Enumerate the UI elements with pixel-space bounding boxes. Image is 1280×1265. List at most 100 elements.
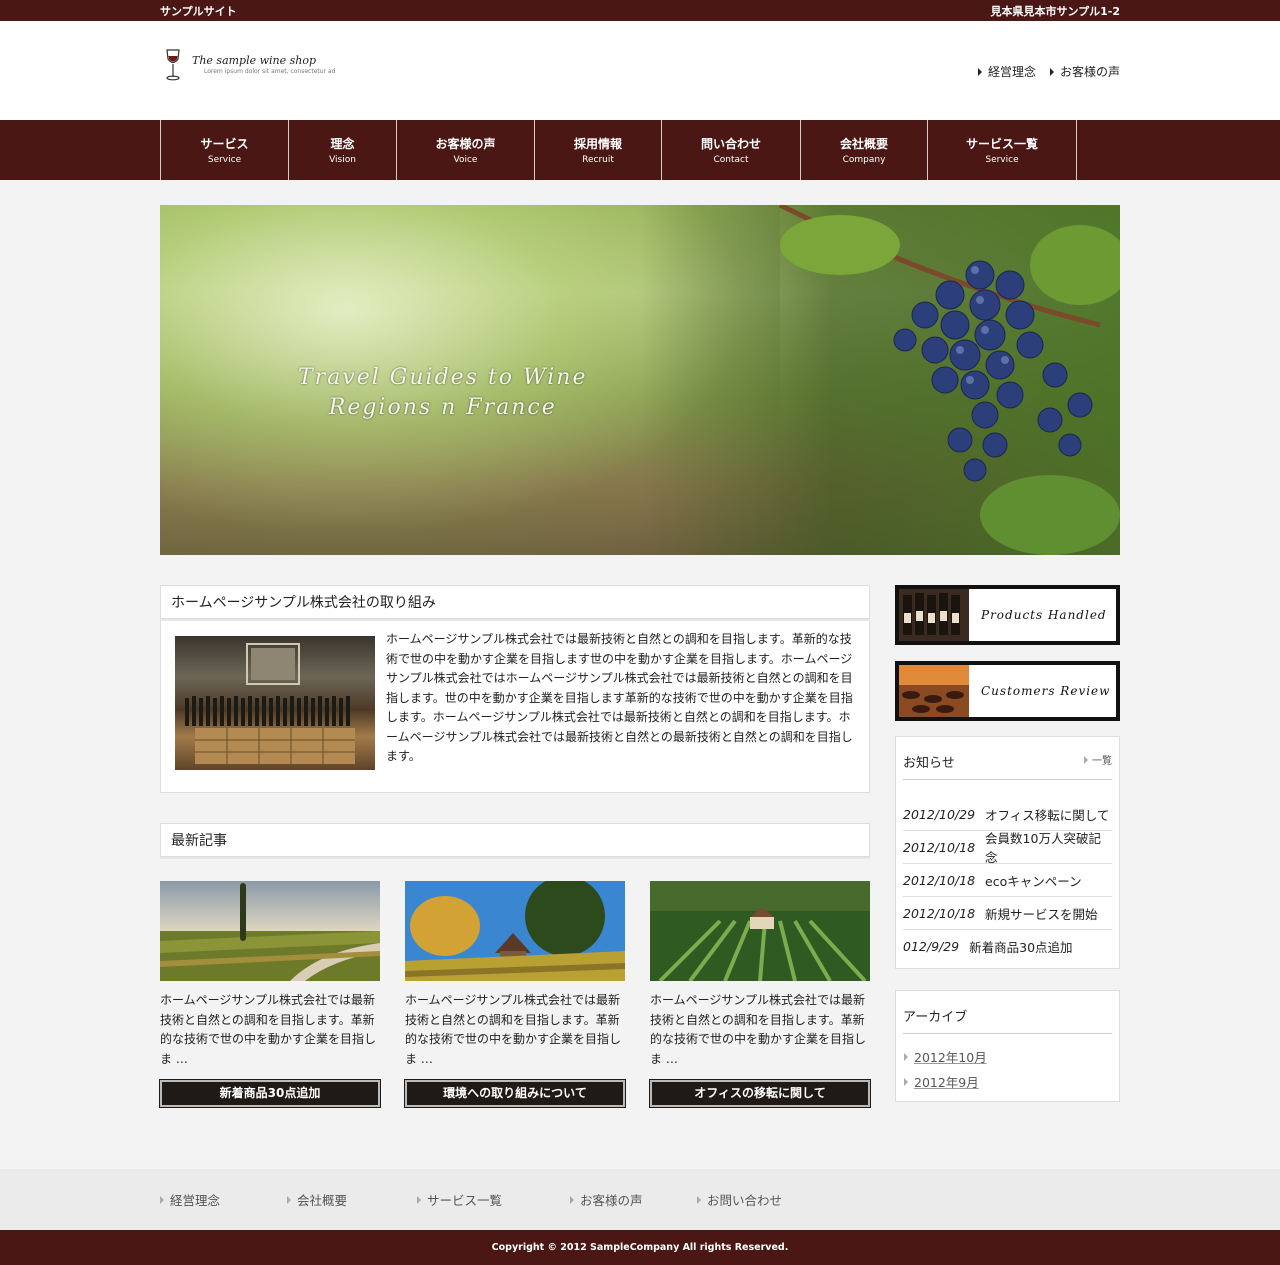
- logo[interactable]: The sample wine shop Lorem ipsum dolor s…: [160, 47, 335, 83]
- nav-item-voice[interactable]: お客様の声 Voice: [396, 120, 534, 180]
- article-card: ホームページサンプル株式会社では最新技術と自然との調和を目指します。革新的な技術…: [404, 876, 626, 1108]
- hero-title-line1: Travel Guides to Wine: [298, 365, 588, 390]
- nav-label-en: Vision: [329, 155, 356, 165]
- arrow-right-icon: [1084, 755, 1088, 764]
- footer-link-philosophy[interactable]: 経営理念: [160, 1190, 287, 1209]
- footer-link-label: お問い合わせ: [707, 1193, 783, 1208]
- banner-customers-review[interactable]: Customers Review: [895, 661, 1120, 721]
- news-date: 2012/10/18: [903, 872, 976, 888]
- hero-title: Travel Guides to Wine Regions n France: [298, 363, 587, 423]
- news-date: 012/9/29: [903, 939, 960, 954]
- news-item[interactable]: 2012/10/18 ecoキャンペーン: [903, 864, 1112, 897]
- news-date: 2012/10/18: [903, 905, 976, 921]
- vineyard-cypress-image[interactable]: [160, 881, 380, 981]
- archive-item[interactable]: 2012年9月: [904, 1069, 1111, 1094]
- nav-label-jp: 採用情報: [573, 137, 622, 151]
- site-name: サンプルサイト: [160, 4, 237, 18]
- arrow-right-icon: [417, 1195, 421, 1204]
- footer-link-label: 会社概要: [297, 1193, 348, 1208]
- nav-label-en: Recruit: [582, 155, 614, 165]
- footer-link-contact[interactable]: お問い合わせ: [697, 1190, 817, 1209]
- header-link-voice[interactable]: お客様の声: [1049, 63, 1120, 80]
- nav-label-en: Company: [842, 155, 886, 165]
- nav-item-service-list[interactable]: サービス一覧 Service: [927, 120, 1077, 180]
- archive-label: 2012年10月: [914, 1050, 987, 1065]
- nav-item-recruit[interactable]: 採用情報 Recruit: [534, 120, 661, 180]
- news-box: お知らせ 一覧 2012/10/29 オフィス移転に関して 2012/10/18…: [895, 736, 1120, 969]
- nav-label-jp: サービス: [200, 137, 249, 151]
- news-text: 会員数10万人突破記念: [985, 831, 1101, 865]
- news-date: 2012/10/29: [903, 806, 976, 822]
- news-item[interactable]: 2012/10/18 新規サービスを開始: [903, 897, 1112, 930]
- header: The sample wine shop Lorem ipsum dolor s…: [0, 21, 1280, 120]
- header-link-philosophy[interactable]: 経営理念: [977, 63, 1036, 80]
- nav-item-contact[interactable]: 問い合わせ Contact: [661, 120, 800, 180]
- news-date: 2012/10/18: [903, 839, 976, 855]
- nav-label-en: Service: [207, 155, 242, 165]
- nav-label-jp: 理念: [330, 137, 355, 151]
- nav-label-en: Voice: [453, 155, 478, 165]
- green-vineyard-image[interactable]: [650, 881, 870, 983]
- hero-title-line2: Regions n France: [328, 395, 557, 420]
- news-text: ecoキャンペーン: [985, 873, 1082, 889]
- header-links: 経営理念 お客様の声: [977, 63, 1120, 80]
- logo-subtitle: Lorem ipsum dolor sit amet, consectetur …: [204, 68, 336, 75]
- news-item[interactable]: 2012/10/29 オフィス移転に関して: [903, 798, 1112, 831]
- arrow-right-icon: [904, 1077, 908, 1086]
- archive-title: アーカイブ: [903, 991, 1112, 1034]
- header-link-label: お客様の声: [1059, 65, 1120, 79]
- nav-label-jp: お客様の声: [435, 137, 496, 151]
- article-button[interactable]: 環境への取り組みについて: [404, 1079, 626, 1108]
- top-bar: サンプルサイト 見本県見本市サンプル1-2: [0, 0, 1280, 21]
- nav-label-en: Service: [985, 155, 1019, 165]
- grapes-illustration: [778, 205, 1120, 555]
- intro-heading: ホームページサンプル株式会社の取り組み: [160, 585, 870, 619]
- footer-link-label: お客様の声: [580, 1193, 643, 1208]
- footer-link-service-list[interactable]: サービス一覧: [417, 1190, 570, 1209]
- arrow-right-icon: [697, 1195, 701, 1204]
- footer-link-voice[interactable]: お客様の声: [570, 1190, 697, 1209]
- news-item[interactable]: 012/9/29 新着商品30点追加: [903, 930, 1112, 963]
- news-more-label: 一覧: [1092, 756, 1112, 767]
- arrow-right-icon: [287, 1195, 291, 1204]
- arrow-right-icon: [904, 1052, 908, 1061]
- arrow-right-icon: [977, 67, 982, 76]
- article-excerpt: ホームページサンプル株式会社では最新技術と自然との調和を目指します。革新的な技術…: [650, 993, 867, 1066]
- nav-label-en: Contact: [713, 155, 749, 165]
- nav-label-jp: 問い合わせ: [700, 137, 761, 151]
- news-text: 新着商品30点追加: [969, 940, 1073, 955]
- archive-box: アーカイブ 2012年10月 2012年9月: [895, 990, 1120, 1102]
- wine-cellar-image: [175, 636, 375, 770]
- article-button[interactable]: 新着商品30点追加: [159, 1079, 381, 1108]
- arrow-right-icon: [160, 1195, 164, 1204]
- global-nav: サービス Service 理念 Vision お客様の声 Voice 採用情報 …: [0, 120, 1280, 180]
- banner-label: Customers Review: [981, 684, 1111, 698]
- news-more-link[interactable]: 一覧: [1084, 752, 1112, 767]
- autumn-vineyard-image[interactable]: [405, 876, 625, 981]
- footer-link-label: サービス一覧: [427, 1193, 503, 1208]
- banner-label: Products Handled: [981, 608, 1107, 622]
- address: 見本県見本市サンプル1-2: [990, 4, 1120, 18]
- news-item[interactable]: 2012/10/18 会員数10万人突破記念: [903, 831, 1112, 865]
- intro-body: ホームページサンプル株式会社では最新技術と自然との調和を目指します。革新的な技術…: [386, 632, 853, 763]
- nav-label-jp: 会社概要: [839, 137, 888, 151]
- archive-item[interactable]: 2012年10月: [904, 1044, 1111, 1069]
- article-excerpt: ホームページサンプル株式会社では最新技術と自然との調和を目指します。革新的な技術…: [405, 993, 622, 1066]
- archive-label: 2012年9月: [914, 1075, 979, 1090]
- nav-item-service[interactable]: サービス Service: [160, 120, 288, 180]
- article-button[interactable]: オフィスの移転に関して: [649, 1079, 871, 1108]
- footer-nav: 経営理念 会社概要 サービス一覧 お客様の声 お問い合わせ: [0, 1169, 1280, 1230]
- archive-title-text: アーカイブ: [903, 1010, 968, 1025]
- hero-banner: Travel Guides to Wine Regions n France: [160, 205, 1120, 555]
- arrow-right-icon: [570, 1195, 574, 1204]
- news-text: オフィス移転に関して: [985, 807, 1110, 823]
- latest-heading-text: 最新記事: [171, 833, 227, 849]
- arrow-right-icon: [1049, 67, 1054, 76]
- footer-link-company[interactable]: 会社概要: [287, 1190, 417, 1209]
- nav-label-jp: サービス一覧: [965, 137, 1038, 151]
- latest-heading: 最新記事: [160, 823, 870, 857]
- banner-products-handled[interactable]: Products Handled: [895, 585, 1120, 645]
- wine-glass-icon: [166, 49, 180, 81]
- nav-item-company[interactable]: 会社概要 Company: [800, 120, 927, 180]
- nav-item-vision[interactable]: 理念 Vision: [288, 120, 396, 180]
